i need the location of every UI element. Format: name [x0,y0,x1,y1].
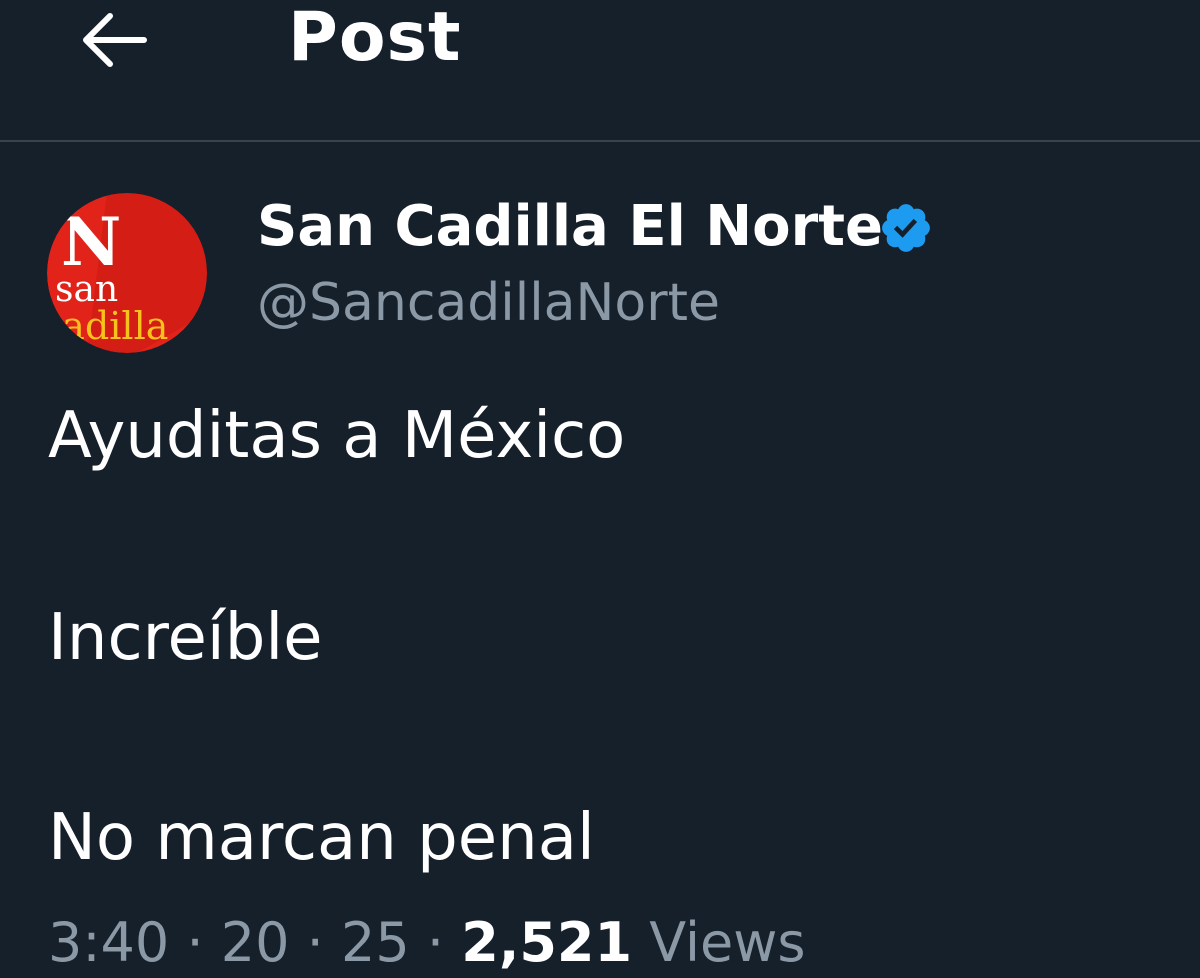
views-count: 2,521 [461,911,633,974]
post-date[interactable]: 20 [221,911,290,974]
post-time[interactable]: 3:40 [48,911,169,974]
arrow-left-icon [83,13,147,67]
avatar-word-bottom: cadilla [47,304,168,348]
views-label: Views [649,911,806,974]
post-year[interactable]: 25 [341,911,410,974]
post-text-line: Increíble [48,601,323,675]
post-text-line: Ayuditas a México [48,399,626,473]
top-bar: Post [0,0,1200,142]
post-metadata: 3:40 · 20 · 25 · 2,521 Views [48,911,806,974]
verified-badge-icon [882,204,930,252]
author-name[interactable]: San Cadilla El Norte [257,192,883,262]
page-title: Post [288,0,462,77]
back-button[interactable] [70,0,154,80]
author-handle[interactable]: @SancadillaNorte [257,268,720,338]
avatar[interactable]: N san cadilla [47,193,207,353]
post-text-line: No marcan penal [48,801,595,875]
avatar-logo: N san cadilla [47,193,207,353]
